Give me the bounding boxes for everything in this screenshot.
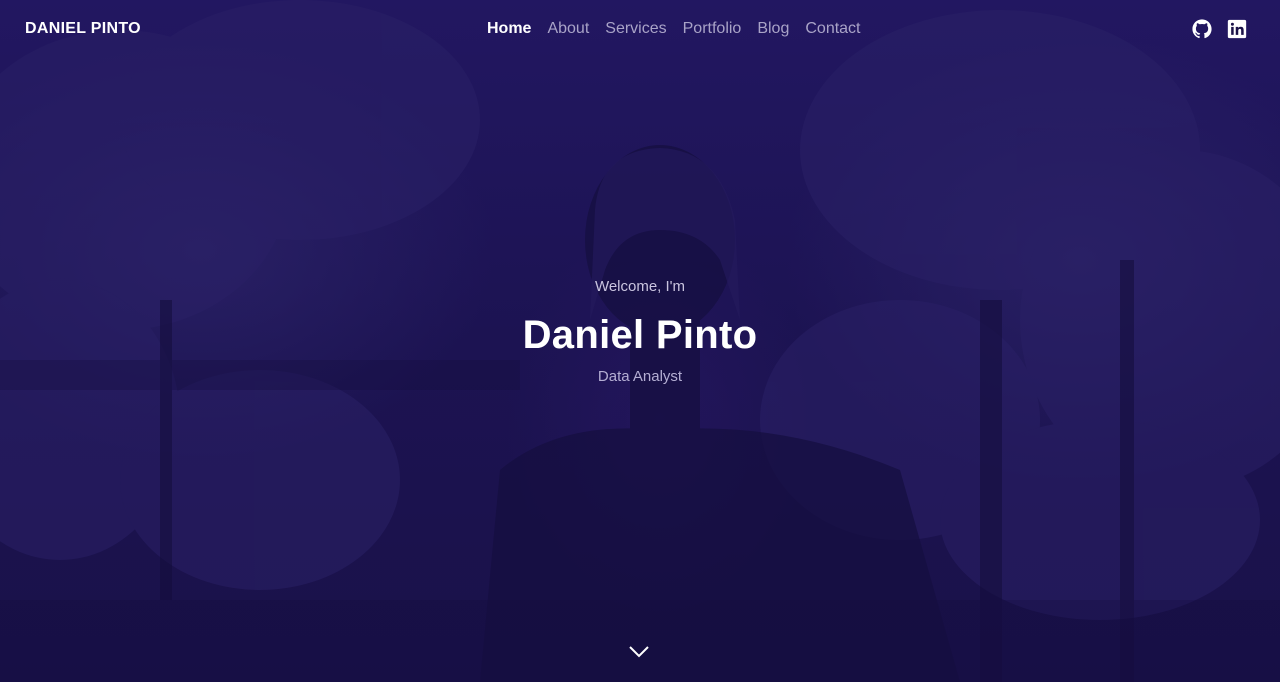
social-links (1192, 19, 1247, 39)
hero-section: DANIEL PINTO Home About Services Portfol… (0, 0, 1280, 682)
nav-item-portfolio[interactable]: Portfolio (683, 20, 742, 37)
hero-text: Welcome, I'm Daniel Pinto Data Analyst (0, 278, 1280, 385)
site-logo[interactable]: DANIEL PINTO (25, 20, 141, 38)
nav-item-blog[interactable]: Blog (757, 20, 789, 37)
chevron-down-icon[interactable] (627, 642, 651, 662)
github-icon[interactable] (1192, 19, 1212, 39)
nav-item-home[interactable]: Home (487, 20, 531, 37)
nav-item-about[interactable]: About (547, 20, 589, 37)
hero-name: Daniel Pinto (522, 313, 758, 357)
hero-greeting: Welcome, I'm (594, 278, 686, 295)
hero-role: Data Analyst (597, 368, 683, 385)
linkedin-icon[interactable] (1227, 19, 1247, 39)
nav-menu: Home About Services Portfolio Blog Conta… (487, 20, 861, 38)
top-navbar: DANIEL PINTO Home About Services Portfol… (0, 0, 1280, 62)
nav-item-services[interactable]: Services (605, 20, 666, 37)
nav-item-contact[interactable]: Contact (805, 20, 860, 37)
